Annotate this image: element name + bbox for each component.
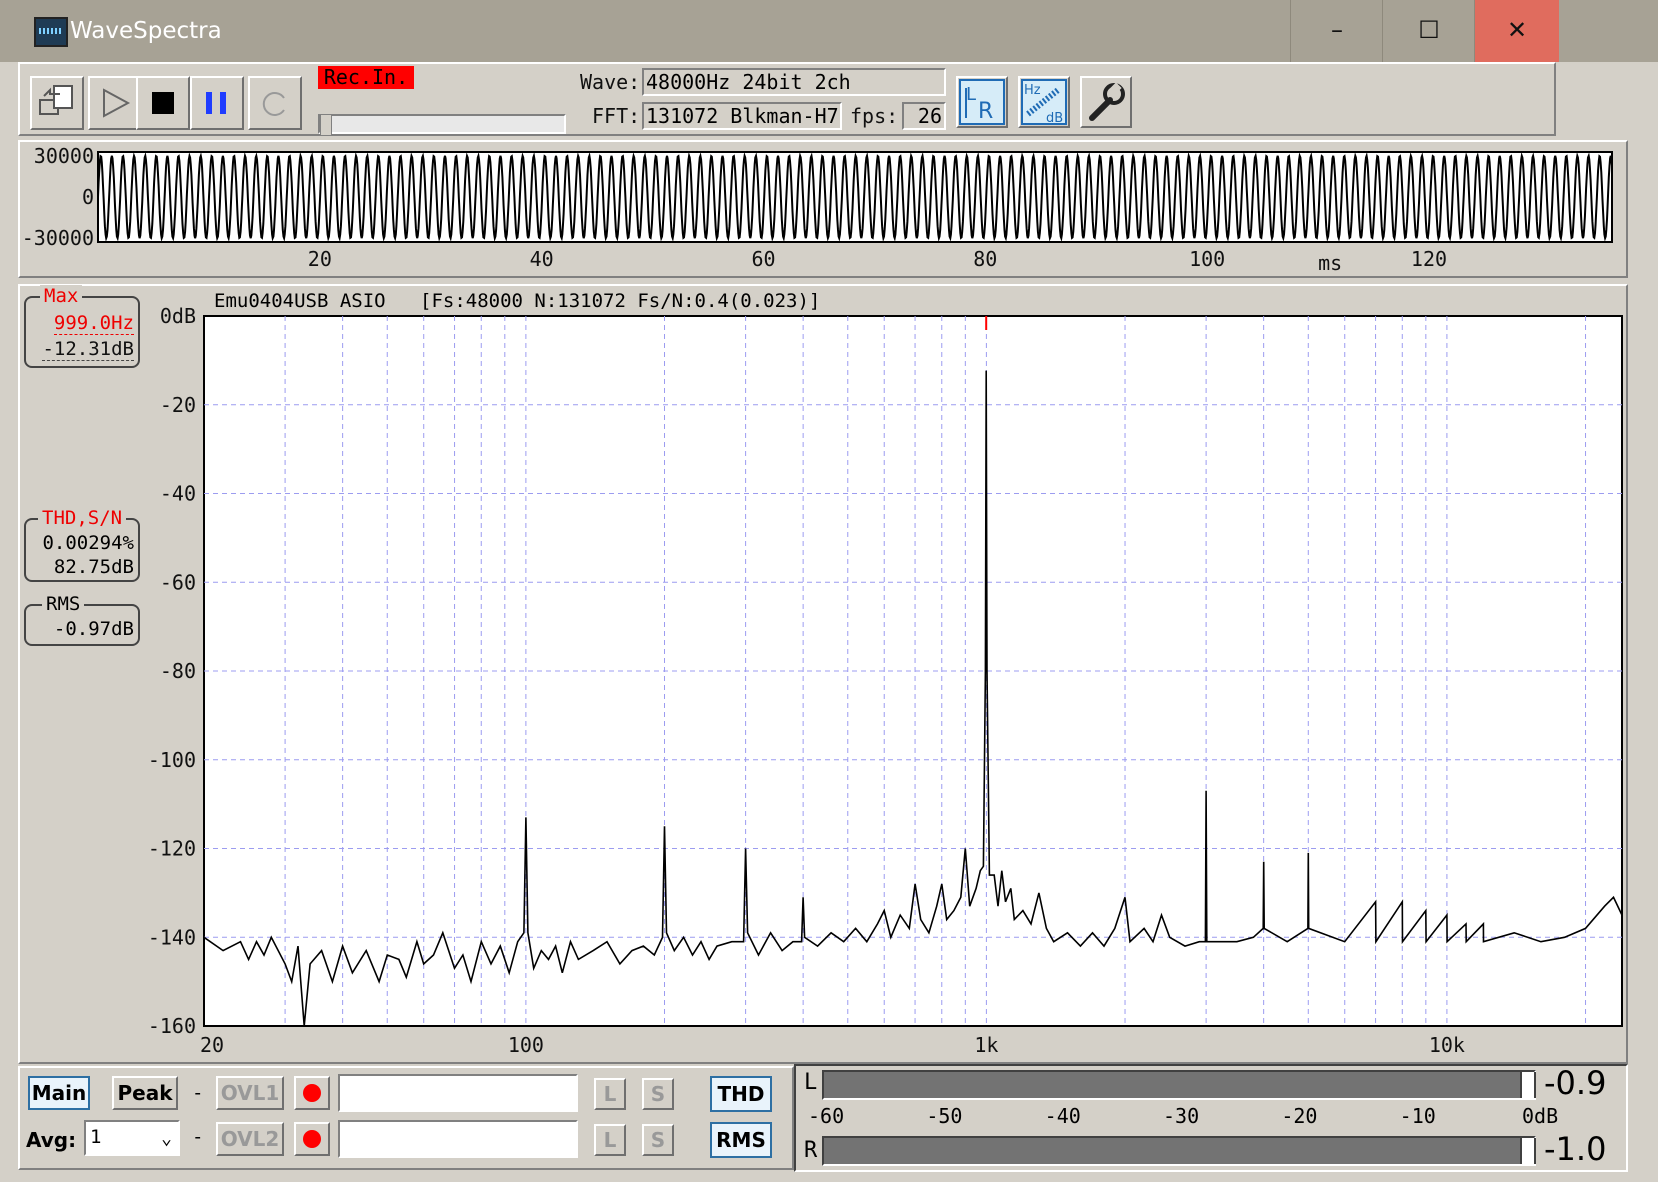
spectrum-y-tick: -140 [148,925,196,949]
avg-label: Avg: [26,1128,77,1152]
meter-l-label: L [804,1070,818,1095]
meter-r-label: R [804,1138,818,1163]
spectrum-y-tick: -40 [160,482,196,506]
meter-scale-tick: -30 [1163,1104,1200,1128]
spectrum-y-tick: -120 [148,837,196,861]
right-meter-peak [1520,1138,1536,1164]
spectrum-y-tick: 0dB [160,304,196,328]
right-level-value: -1.0 [1544,1130,1607,1168]
right-level-meter [822,1136,1536,1166]
spectrum-x-tick: 20 [200,1033,224,1057]
left-level-meter [822,1070,1536,1100]
dash-separator: - [192,1082,204,1104]
chevron-down-icon: ⌄ [161,1128,172,1149]
meter-scale-tick: 0dB [1522,1104,1559,1128]
spectrum-y-tick: -100 [148,748,196,772]
left-meter-peak [1520,1072,1536,1098]
meter-scale-tick: -40 [1044,1104,1081,1128]
meter-scale-tick: -10 [1399,1104,1436,1128]
spectrum-y-tick: -60 [160,570,196,594]
meter-scale-tick: -50 [926,1104,963,1128]
meter-scale-tick: -20 [1281,1104,1318,1128]
meter-scale: -60 -50 -40 -30 -20 -10 0dB [0,1104,1658,1130]
left-level-value: -0.9 [1544,1064,1607,1102]
spectrum-x-tick: 1k [974,1033,998,1057]
spectrum-plot[interactable]: 0dB -20 -40 -60 -80 -100 -120 -140 -160 20 100 1k 1… [0,0,1658,1060]
spectrum-x-tick: 10k [1429,1033,1465,1057]
meter-scale-tick: -60 [808,1104,845,1128]
spectrum-y-tick: -80 [160,659,196,683]
spectrum-x-tick: 100 [508,1033,544,1057]
spectrum-y-tick: -160 [148,1014,196,1038]
spectrum-y-tick: -20 [160,393,196,417]
